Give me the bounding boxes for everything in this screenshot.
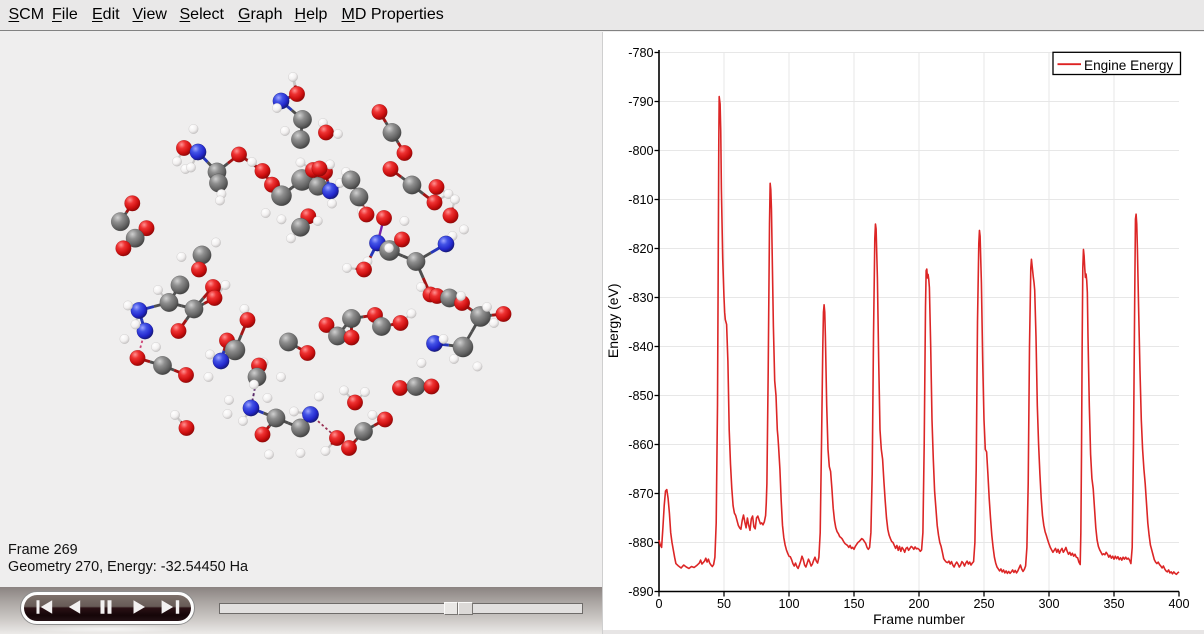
svg-text:250: 250 (973, 597, 994, 611)
svg-text:-850: -850 (628, 389, 653, 403)
svg-text:-810: -810 (628, 193, 653, 207)
svg-text:-880: -880 (628, 536, 653, 550)
svg-text:400: 400 (1168, 597, 1189, 611)
svg-text:-830: -830 (628, 291, 653, 305)
svg-text:150: 150 (843, 597, 864, 611)
svg-text:0: 0 (655, 597, 662, 611)
svg-text:-790: -790 (628, 95, 653, 109)
svg-text:350: 350 (1103, 597, 1124, 611)
svg-text:-800: -800 (628, 144, 653, 158)
svg-text:-890: -890 (628, 585, 653, 599)
svg-text:100: 100 (778, 597, 799, 611)
svg-text:-870: -870 (628, 487, 653, 501)
svg-text:-840: -840 (628, 340, 653, 354)
svg-text:50: 50 (717, 597, 731, 611)
svg-text:300: 300 (1038, 597, 1059, 611)
svg-text:-820: -820 (628, 242, 653, 256)
svg-text:Frame number: Frame number (873, 611, 965, 627)
svg-text:200: 200 (908, 597, 929, 611)
svg-text:Energy (eV): Energy (eV) (605, 283, 621, 358)
svg-text:-780: -780 (628, 46, 653, 60)
svg-text:-860: -860 (628, 438, 653, 452)
svg-text:Engine Energy: Engine Energy (1084, 58, 1173, 73)
